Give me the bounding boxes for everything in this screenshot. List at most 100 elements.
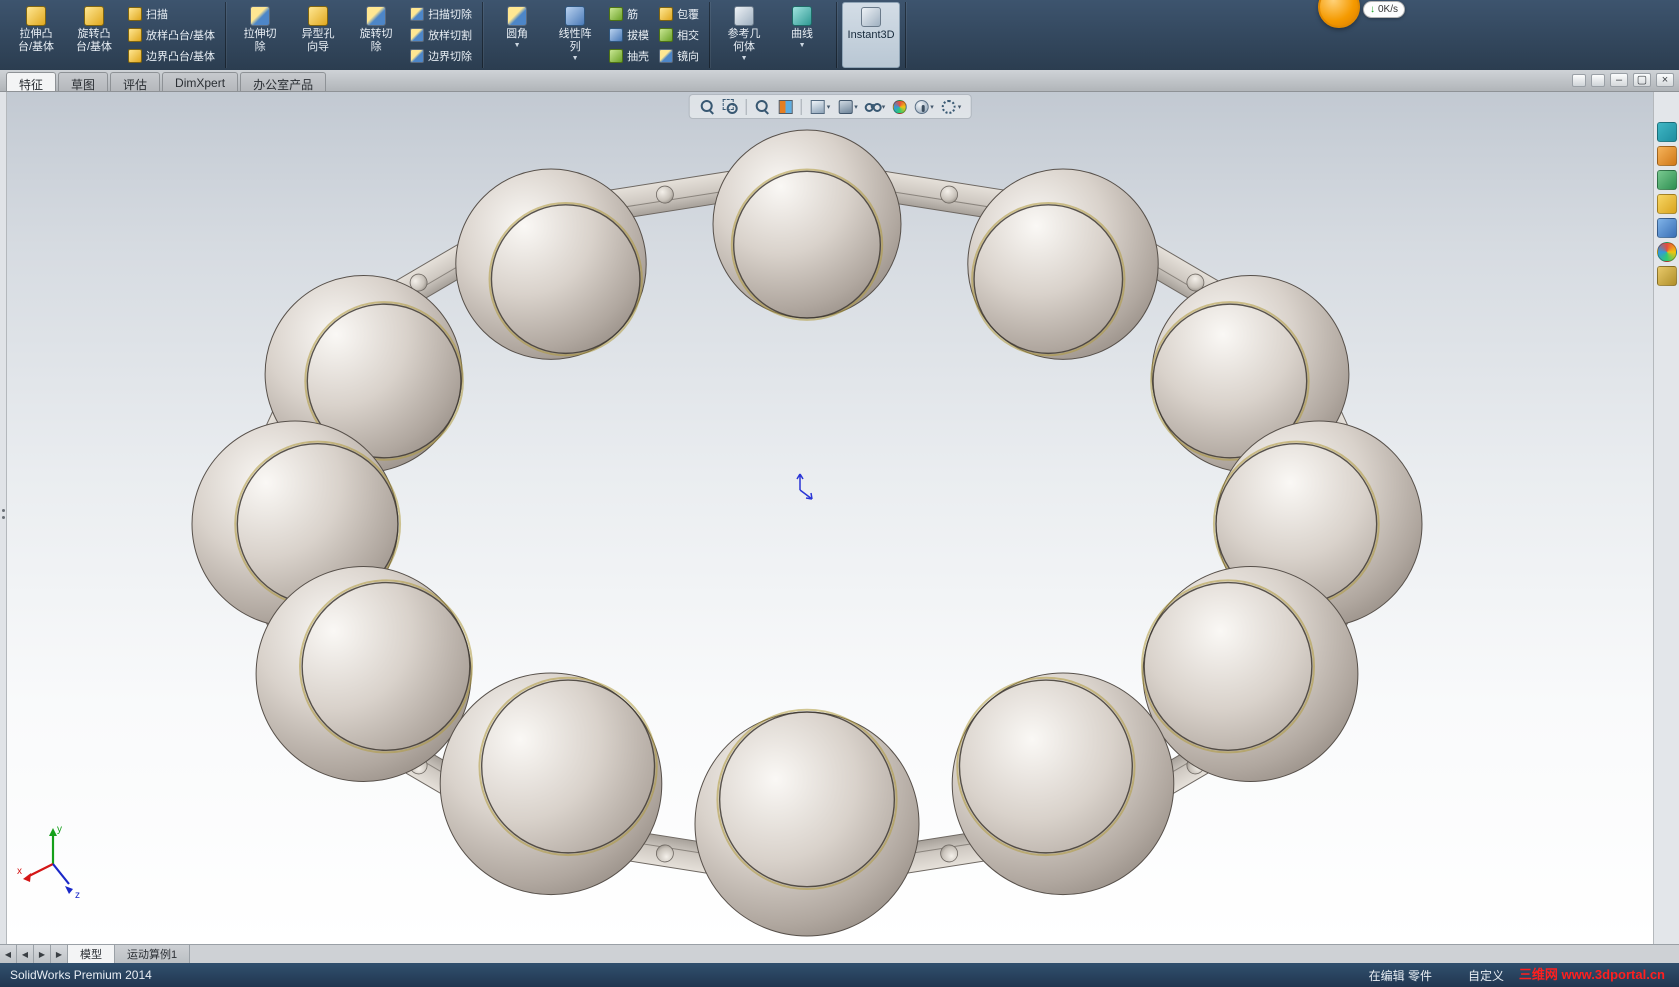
solidworks-window: 拉伸凸 台/基体 旋转凸 台/基体 扫描 放样凸台/基体 边界凸台/基体 拉伸切 除异型孔… bbox=[0, 0, 1679, 987]
zoom-to-fit-icon bbox=[699, 98, 716, 115]
ball-joint-sphere[interactable] bbox=[967, 168, 1159, 360]
swept-cut-button[interactable]: 扫描切除 bbox=[407, 5, 475, 24]
apply-scene-button[interactable]: ▾ bbox=[911, 98, 936, 116]
fillet-button[interactable]: 圆角 ▼ bbox=[488, 2, 546, 68]
button-label: 拔模 bbox=[627, 29, 650, 42]
toolbar-stack: 包覆相交镜向 bbox=[654, 2, 704, 68]
dropdown-arrow-icon[interactable]: ▾ bbox=[854, 103, 858, 111]
network-speed-badge[interactable]: ↓ 0K/s bbox=[1363, 1, 1406, 18]
wrap-button[interactable]: 包覆 bbox=[656, 5, 702, 24]
ball-joint-sphere[interactable] bbox=[1141, 566, 1359, 782]
section-view-button[interactable] bbox=[775, 97, 796, 116]
tab-scroll-button-1[interactable]: ◀ bbox=[17, 945, 34, 963]
appearances-scenes-icon[interactable] bbox=[1656, 218, 1677, 238]
button-label: 旋转切 除 bbox=[359, 28, 393, 53]
ball-joint-sphere[interactable] bbox=[255, 566, 473, 782]
window-controls: – ▢ × bbox=[1572, 73, 1674, 87]
view-settings-button[interactable]: ▾ bbox=[938, 97, 964, 116]
dropdown-arrow-icon[interactable]: ▾ bbox=[882, 103, 886, 111]
rib-button[interactable]: 筋 bbox=[606, 5, 652, 24]
linear-pattern-icon bbox=[565, 6, 586, 26]
reference-geometry-button[interactable]: 参考几 何体 ▼ bbox=[715, 2, 773, 68]
intersect-button[interactable]: 相交 bbox=[656, 25, 702, 44]
view-palette-icon[interactable] bbox=[1656, 194, 1677, 214]
revolved-boss-button[interactable]: 旋转凸 台/基体 bbox=[65, 2, 123, 68]
quick-doc2-icon[interactable] bbox=[1591, 73, 1605, 87]
ball-joint-sphere[interactable] bbox=[439, 672, 663, 896]
dropdown-arrow-icon[interactable]: ▼ bbox=[741, 55, 748, 62]
lofted-cut-button[interactable]: 放样切割 bbox=[407, 25, 475, 44]
zoom-to-fit-button[interactable] bbox=[697, 97, 718, 116]
wrap-icon bbox=[659, 7, 674, 22]
dropdown-arrow-icon[interactable]: ▾ bbox=[958, 103, 962, 111]
ball-joint-sphere[interactable] bbox=[712, 129, 902, 321]
quick-doc-icon[interactable] bbox=[1572, 73, 1586, 87]
model-canvas[interactable]: x y z bbox=[7, 92, 1653, 944]
fillet-icon bbox=[507, 6, 528, 26]
tab-evaluate[interactable]: 评估 bbox=[110, 72, 161, 92]
tab-office-products[interactable]: 办公室产品 bbox=[240, 72, 327, 92]
tab-scroll-button-2[interactable]: ▶ bbox=[34, 945, 51, 963]
boundary-boss-icon bbox=[128, 48, 142, 63]
solidworks-resources-icon[interactable] bbox=[1656, 122, 1677, 142]
file-explorer-icon[interactable] bbox=[1656, 170, 1677, 190]
view-orientation-button[interactable]: ▾ bbox=[807, 97, 833, 116]
tab-scroll-button-3[interactable]: ▶ bbox=[51, 945, 68, 963]
intersect-icon bbox=[659, 27, 674, 42]
tab-scroll-button-0[interactable]: ◀ bbox=[0, 945, 17, 963]
extruded-boss-button[interactable]: 拉伸凸 台/基体 bbox=[7, 2, 65, 68]
boundary-cut-button[interactable]: 边界切除 bbox=[407, 46, 475, 65]
custom-label[interactable]: 自定义 bbox=[1468, 967, 1504, 984]
design-library-icon[interactable] bbox=[1656, 146, 1677, 166]
reference-triad: x y z bbox=[17, 824, 80, 901]
solidworks-forum-icon[interactable] bbox=[1656, 266, 1677, 286]
close-button[interactable]: × bbox=[1656, 73, 1674, 87]
revolved-cut-button[interactable]: 旋转切 除 bbox=[347, 2, 405, 68]
dropdown-arrow-icon[interactable]: ▼ bbox=[572, 55, 579, 62]
zoom-to-area-button[interactable] bbox=[720, 97, 741, 116]
dropdown-arrow-icon[interactable]: ▼ bbox=[514, 42, 521, 49]
previous-view-button[interactable] bbox=[752, 97, 773, 116]
dropdown-arrow-icon[interactable]: ▾ bbox=[827, 103, 831, 111]
sweep-button[interactable]: 扫描 bbox=[125, 5, 218, 24]
hole-wizard-icon bbox=[308, 6, 329, 26]
custom-properties-icon[interactable] bbox=[1656, 242, 1677, 262]
svg-text:x: x bbox=[17, 866, 22, 877]
dropdown-arrow-icon[interactable]: ▾ bbox=[930, 103, 934, 111]
extruded-cut-icon bbox=[250, 6, 271, 26]
shell-button[interactable]: 抽壳 bbox=[606, 46, 652, 65]
command-manager: 拉伸凸 台/基体 旋转凸 台/基体 扫描 放样凸台/基体 边界凸台/基体 拉伸切 除异型孔… bbox=[0, 0, 1679, 70]
hide-show-items-button[interactable]: ▾ bbox=[862, 97, 888, 116]
tab-features[interactable]: 特征 bbox=[6, 72, 57, 92]
doc-tab-model[interactable]: 模型 bbox=[68, 945, 115, 963]
instant3d-button[interactable]: Instant3D bbox=[842, 2, 901, 68]
ball-joint-sphere[interactable] bbox=[694, 708, 920, 937]
extruded-cut-button[interactable]: 拉伸切 除 bbox=[231, 2, 289, 68]
boundary-boss-button[interactable]: 边界凸台/基体 bbox=[125, 46, 218, 65]
ball-joint-sphere[interactable] bbox=[455, 168, 647, 360]
curves-button[interactable]: 曲线 ▼ bbox=[773, 2, 831, 68]
tab-dimxpert[interactable]: DimXpert bbox=[162, 72, 239, 91]
minimize-button[interactable]: – bbox=[1610, 73, 1628, 87]
dropdown-arrow-icon[interactable]: ▼ bbox=[799, 42, 806, 49]
button-label: 抽壳 bbox=[627, 50, 650, 63]
lofted-boss-button[interactable]: 放样凸台/基体 bbox=[125, 25, 218, 44]
button-label: 曲线 bbox=[791, 28, 814, 40]
graphics-viewport[interactable]: ▾ ▾ ▾ ▾ ▾ x y z bbox=[7, 92, 1653, 944]
linear-pattern-button[interactable]: 线性阵 列 ▼ bbox=[546, 2, 604, 68]
edit-appearance-button[interactable] bbox=[889, 98, 909, 116]
tab-sketch[interactable]: 草图 bbox=[58, 72, 109, 92]
draft-button[interactable]: 拔模 bbox=[606, 25, 652, 44]
mirror-button[interactable]: 镜向 bbox=[656, 46, 702, 65]
ball-joint-sphere[interactable] bbox=[951, 672, 1175, 896]
hole-wizard-button[interactable]: 异型孔 向导 bbox=[289, 2, 347, 68]
left-pane-splitter[interactable] bbox=[0, 92, 7, 944]
display-style-button[interactable]: ▾ bbox=[834, 97, 860, 116]
button-label: 相交 bbox=[677, 29, 700, 42]
restore-button[interactable]: ▢ bbox=[1633, 73, 1651, 87]
button-label: 边界切除 bbox=[428, 50, 473, 63]
button-label: 拉伸切 除 bbox=[243, 28, 277, 53]
doc-tab-motion-study-1[interactable]: 运动算例1 bbox=[115, 945, 191, 963]
spheres[interactable] bbox=[191, 129, 1423, 937]
splitter-grip-icon bbox=[2, 509, 5, 513]
